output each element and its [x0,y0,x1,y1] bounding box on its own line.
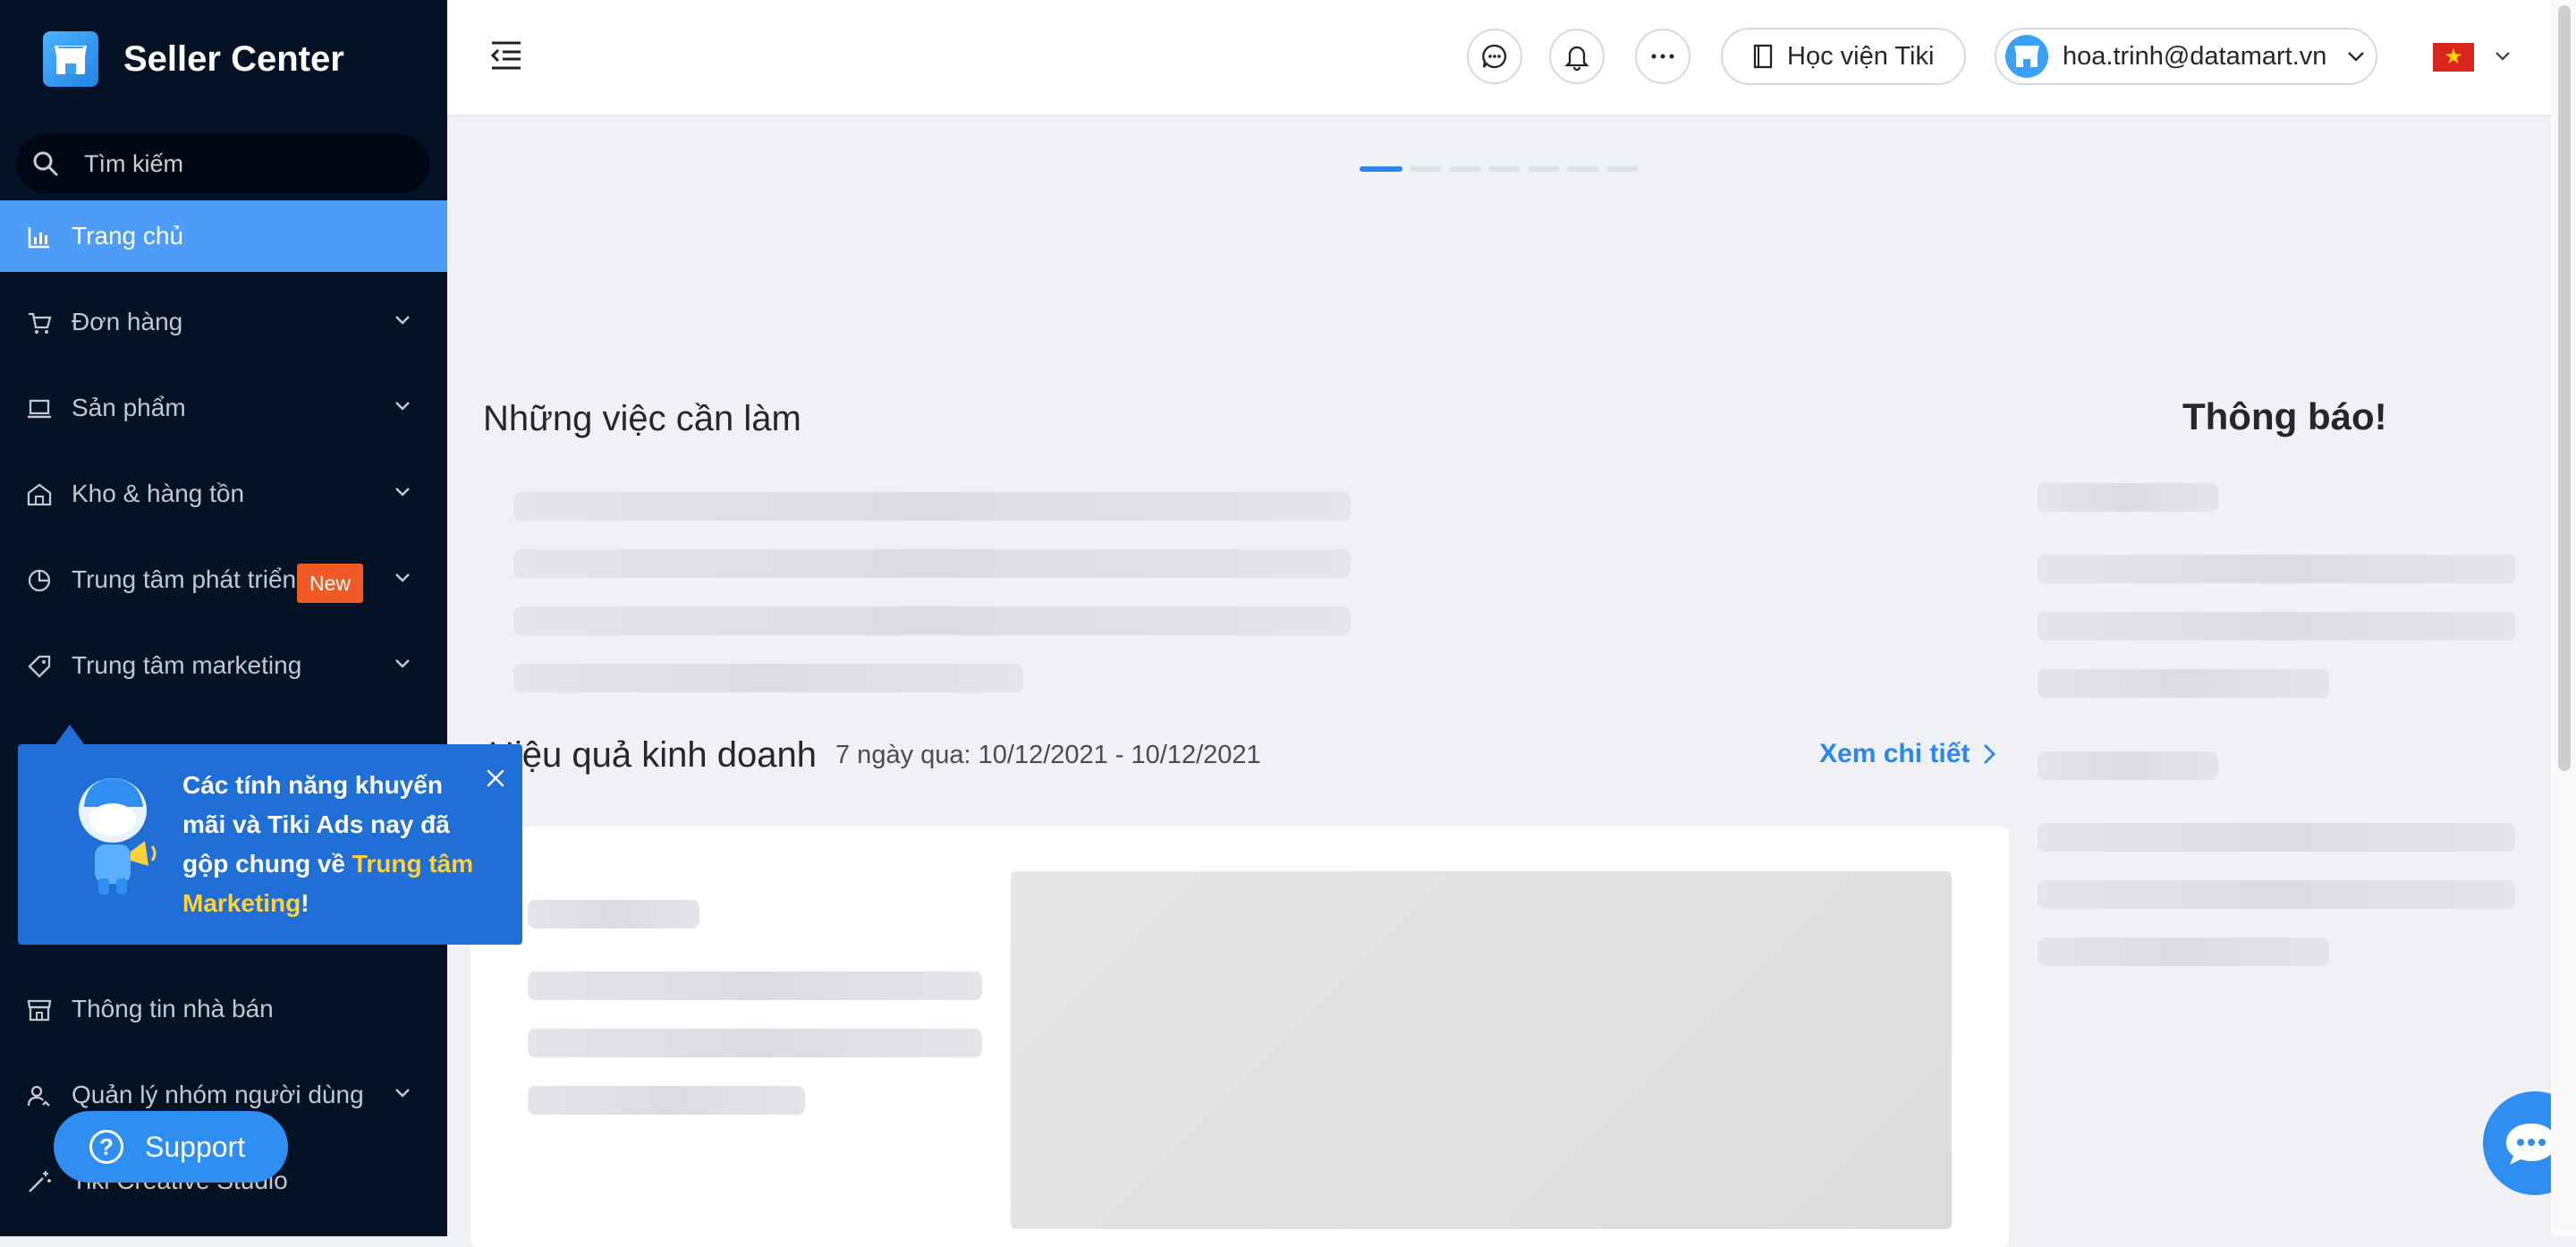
store-icon [43,31,98,87]
skeleton-line [2038,880,2515,909]
carousel-indicator [1360,166,1646,172]
laptop-icon [28,399,51,419]
skeleton-line [513,492,1351,521]
todo-title: Những việc cần làm [483,399,801,438]
sidebar-item-inventory[interactable]: Kho & hàng tồn [0,458,447,530]
view-detail-link[interactable]: Xem chi tiết [1819,739,1996,769]
chat-icon [1482,44,1507,69]
sidebar-item-growth-center[interactable]: Trung tâm phát triển New [0,544,447,615]
chevron-down-icon [395,1089,410,1098]
bar-chart-icon [28,227,49,249]
book-icon [1753,44,1773,69]
skeleton-line [2038,669,2329,698]
sidebar-item-label: Trung tâm marketing [72,651,302,679]
chevron-right-icon [1984,744,1996,764]
brand[interactable]: Seller Center [43,30,344,88]
carousel-dot[interactable] [1528,166,1560,172]
more-horizontal-icon [1651,54,1674,59]
new-badge: New [297,564,364,603]
carousel-dot[interactable] [1606,166,1639,172]
sidebar-item-label: Kho & hàng tồn [72,479,245,507]
sidebar-item-label: Sản phẩm [72,394,186,421]
tag-icon [28,655,51,678]
sidebar: Seller Center Trang chủ Đơn hàng Sản phẩ… [0,0,447,1236]
popup-message: Các tính năng khuyến mãi và Tiki Ads nay… [182,766,478,923]
sidebar-item-label: Trang chủ [72,222,184,250]
carousel-dot[interactable] [1410,166,1442,172]
chevron-down-icon [395,402,410,411]
notice-title: Thông báo! [2182,395,2387,437]
more-button[interactable] [1635,29,1690,84]
chat-button[interactable] [1467,29,1522,84]
skeleton-line [2038,937,2329,966]
skeleton-line [2038,555,2515,583]
skeleton-line [528,1029,982,1057]
skeleton-line [2038,483,2218,512]
popup-arrow [55,725,84,744]
academy-label: Học viện Tiki [1787,41,1935,71]
skeleton-line [2038,751,2218,780]
carousel-dot[interactable] [1488,166,1521,172]
skeleton-line [513,549,1351,578]
sidebar-item-label: Quản lý nhóm người dùng [72,1081,364,1108]
skeleton-line [528,971,982,1000]
sidebar-item-products[interactable]: Sản phẩm [0,372,447,444]
skeleton-line [2038,612,2515,640]
skeleton-line [528,900,699,929]
carousel-dot[interactable] [1567,166,1599,172]
chevron-down-icon [395,488,410,496]
magic-wand-icon [29,1171,51,1192]
account-email: hoa.trinh@datamart.vn [2063,41,2327,71]
performance-title: Hiệu quả kinh doanh [488,735,817,775]
close-icon[interactable] [479,762,512,794]
sidebar-item-orders[interactable]: Đơn hàng [0,286,447,358]
store-icon [2014,46,2039,67]
sidebar-item-label: Đơn hàng [72,308,183,335]
search-box[interactable] [16,134,429,193]
sidebar-item-seller-info[interactable]: Thông tin nhà bán [0,973,447,1045]
chevron-down-icon [395,573,410,582]
users-icon [27,1085,50,1107]
chart-placeholder [1011,871,1952,1229]
popup-text-end: ! [301,889,309,917]
marketing-tooltip: Các tính năng khuyến mãi và Tiki Ads nay… [18,744,522,945]
warehouse-icon [27,483,52,506]
vn-flag-icon[interactable]: ★ [2433,43,2474,72]
skeleton-line [513,664,1023,692]
scrollbar-thumb[interactable] [2558,5,2571,771]
bell-icon [1564,46,1589,71]
notification-button[interactable] [1549,29,1605,84]
avatar [2005,35,2048,78]
top-header: Học viện Tiki hoa.trinh@datamart.vn ★ [447,0,2551,115]
skeleton-line [528,1086,805,1115]
sidebar-item-label: Trung tâm phát triển [72,565,297,593]
support-label: Support [145,1130,246,1163]
sidebar-item-marketing-center[interactable]: Trung tâm marketing [0,630,447,701]
cart-icon [29,312,52,334]
shop-icon [27,999,52,1022]
carousel-dot[interactable] [1449,166,1481,172]
academy-button[interactable]: Học viện Tiki [1721,28,1966,85]
search-icon [33,151,58,176]
chevron-down-icon [395,659,410,668]
view-detail-label: Xem chi tiết [1819,739,1970,768]
mascot-icon [79,778,157,895]
chat-bubble-icon [2506,1124,2556,1165]
pie-chart-icon [28,569,51,592]
chevron-down-icon [2348,52,2365,62]
collapse-sidebar-icon[interactable] [488,39,524,72]
chevron-down-icon[interactable] [2494,50,2512,63]
search-input[interactable] [82,148,408,179]
sidebar-item-home[interactable]: Trang chủ [0,200,447,272]
brand-title: Seller Center [123,38,344,79]
chevron-down-icon [395,316,410,325]
help-icon: ? [89,1130,123,1164]
sidebar-item-label: Thông tin nhà bán [72,995,274,1022]
account-dropdown[interactable]: hoa.trinh@datamart.vn [1995,28,2377,85]
skeleton-line [513,607,1351,635]
carousel-dot[interactable] [1360,166,1402,172]
support-button[interactable]: ? Support [54,1111,288,1183]
skeleton-line [2038,823,2515,852]
date-range: 7 ngày qua: 10/12/2021 - 10/12/2021 [835,741,1261,769]
